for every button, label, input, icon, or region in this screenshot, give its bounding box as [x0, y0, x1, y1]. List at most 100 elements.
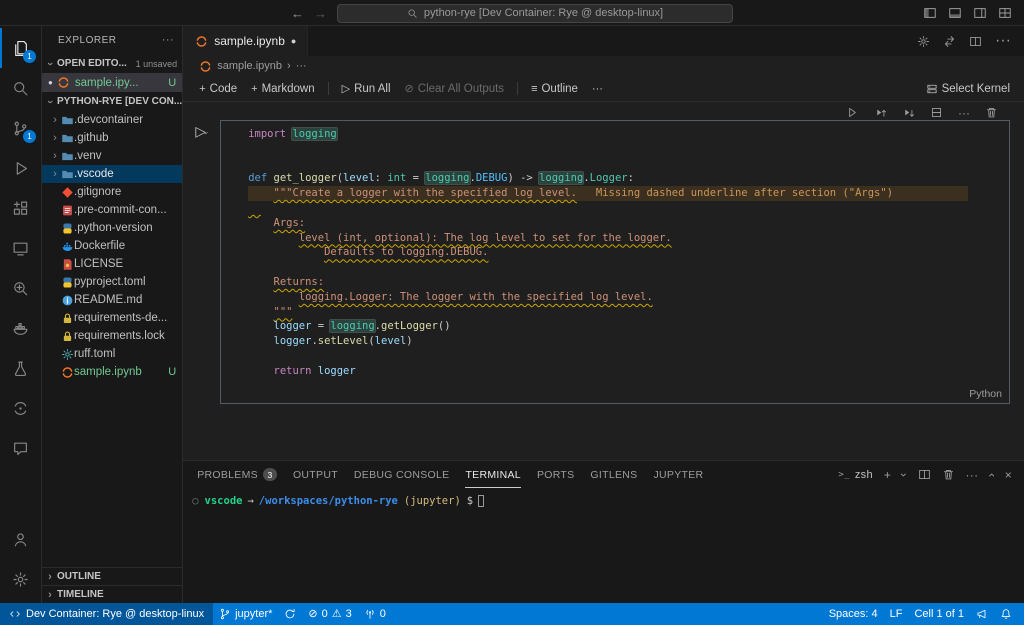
ports-status[interactable]: 0	[358, 603, 392, 625]
remote-indicator[interactable]: Dev Container: Rye @ desktop-linux	[0, 603, 214, 625]
activity-item-jupyter[interactable]	[0, 388, 41, 428]
toggle-panel-icon[interactable]	[948, 6, 962, 20]
tree-item-requirements.lock[interactable]: requirements.lock	[42, 327, 182, 345]
breadcrumb-more[interactable]: ···	[296, 60, 307, 72]
activity-item-source-control[interactable]: 1	[0, 108, 41, 148]
activity-item-explorer[interactable]: 1	[0, 28, 41, 68]
breadcrumb-file[interactable]: sample.ipynb	[217, 60, 282, 72]
toggle-secondary-sidebar-icon[interactable]	[973, 6, 987, 20]
code-line-3[interactable]	[248, 157, 1009, 172]
tree-item-LICENSE[interactable]: LICENSE	[42, 255, 182, 273]
execute-below-icon[interactable]	[902, 106, 915, 119]
toggle-sidebar-icon[interactable]	[923, 6, 937, 20]
code-line-13[interactable]: """	[248, 305, 1009, 320]
more-actions-icon[interactable]: ···	[966, 469, 979, 481]
panel-tab-problems[interactable]: PROBLEMS 3	[197, 461, 277, 488]
code-line-8[interactable]: level (int, optional): The log level to …	[248, 231, 1009, 246]
run-all-button[interactable]: ▷ Run All	[336, 80, 397, 97]
activity-item-comments[interactable]	[0, 428, 41, 468]
open-editors-header[interactable]: › OPEN EDITO... 1 unsaved	[42, 54, 182, 73]
sync-changes-button[interactable]	[278, 603, 302, 625]
activity-item-extensions[interactable]	[0, 188, 41, 228]
panel-tab-gitlens[interactable]: GITLENS	[590, 461, 637, 488]
problems-status[interactable]: ⊘ 0 ⚠ 3	[302, 603, 357, 625]
eol-status[interactable]: LF	[884, 603, 909, 625]
maximize-panel-icon[interactable]: ›	[985, 472, 999, 476]
run-by-line-icon[interactable]	[846, 106, 859, 119]
terminal-dropdown-icon[interactable]: ›	[897, 472, 911, 476]
tree-item-.devcontainer[interactable]: › .devcontainer	[42, 111, 182, 129]
code-line-15[interactable]: logger.setLevel(level)	[248, 334, 1009, 349]
panel-tab-output[interactable]: OUTPUT	[293, 461, 338, 488]
code-line-7[interactable]: Args:	[248, 216, 1009, 231]
activity-item-gitlens[interactable]	[0, 268, 41, 308]
kill-terminal-icon[interactable]	[942, 468, 955, 481]
tree-item-ruff.toml[interactable]: ruff.toml	[42, 345, 182, 363]
code-line-10[interactable]	[248, 260, 1009, 275]
indentation-status[interactable]: Spaces: 4	[823, 603, 884, 625]
code-line-17[interactable]: return logger	[248, 364, 1009, 379]
add-markdown-cell-button[interactable]: + Markdown	[245, 81, 321, 97]
panel-tab-debug-console[interactable]: DEBUG CONSOLE	[354, 461, 450, 488]
panel-tab-terminal[interactable]: TERMINAL	[465, 461, 521, 488]
outline-section-header[interactable]: › OUTLINE	[42, 567, 183, 585]
tree-item-.pre-commit-con...[interactable]: .pre-commit-con...	[42, 201, 182, 219]
more-actions-icon[interactable]: ···	[162, 34, 175, 46]
panel-tab-ports[interactable]: PORTS	[537, 461, 574, 488]
select-kernel-button[interactable]: Select Kernel	[920, 81, 1024, 97]
clear-all-outputs-button[interactable]: ⊘ Clear All Outputs	[399, 80, 511, 97]
activity-item-run-and-debug[interactable]	[0, 148, 41, 188]
cell-language-picker[interactable]: Python	[969, 388, 1002, 400]
code-line-6[interactable]	[248, 201, 1009, 216]
unsaved-dot-icon[interactable]: ●	[291, 36, 296, 46]
activity-item-remote-explorer[interactable]	[0, 228, 41, 268]
panel-tab-jupyter[interactable]: JUPYTER	[653, 461, 703, 488]
open-editor-item[interactable]: ● sample.ipy... U	[42, 73, 183, 92]
workspace-header[interactable]: › PYTHON-RYE [DEV CON...	[42, 92, 182, 111]
terminal-shell-item[interactable]: >_ zsh	[838, 469, 872, 481]
code-line-1[interactable]: import logging	[248, 127, 1009, 142]
code-line-5[interactable]: """Create a logger with the specified lo…	[248, 186, 1009, 201]
cell-indicator[interactable]: Cell 1 of 1	[908, 603, 970, 625]
split-editor-icon[interactable]	[969, 35, 982, 48]
code-lines[interactable]: import logging def get_logger(level: int …	[221, 121, 1009, 379]
tree-item-README.md[interactable]: README.md	[42, 291, 182, 309]
add-code-cell-button[interactable]: + Code	[193, 81, 243, 97]
split-terminal-icon[interactable]	[918, 468, 931, 481]
command-decoration-icon[interactable]: ○	[192, 495, 198, 507]
activity-item-search[interactable]	[0, 68, 41, 108]
more-actions-icon[interactable]: ···	[995, 32, 1011, 50]
history-back-button[interactable]: ←	[291, 6, 304, 21]
code-cell[interactable]: import logging def get_logger(level: int …	[220, 120, 1010, 404]
tree-item-.venv[interactable]: › .venv	[42, 147, 182, 165]
new-terminal-icon[interactable]: +	[884, 469, 891, 481]
terminal-content[interactable]: ○ vscode → /workspaces/python-rye (jupyt…	[183, 488, 1024, 603]
tree-item-sample.ipynb[interactable]: sample.ipynb U	[42, 363, 182, 381]
code-line-4[interactable]: def get_logger(level: int = logging.DEBU…	[248, 171, 1009, 186]
code-line-9[interactable]: Defaults to logging.DEBUG.	[248, 245, 1009, 260]
git-branch-status[interactable]: jupyter*	[213, 603, 278, 625]
outline-button[interactable]: ≡ Outline	[525, 81, 584, 97]
code-line-12[interactable]: logging.Logger: The logger with the spec…	[248, 290, 1009, 305]
notifications-button[interactable]	[994, 603, 1018, 625]
command-center-search[interactable]: python-rye [Dev Container: Rye @ desktop…	[337, 3, 733, 23]
activity-item-docker[interactable]	[0, 308, 41, 348]
breadcrumb[interactable]: sample.ipynb › ···	[183, 56, 1024, 76]
announcement-button[interactable]	[970, 603, 994, 625]
activity-item-testing[interactable]	[0, 348, 41, 388]
delete-cell-icon[interactable]	[985, 106, 998, 119]
execute-above-icon[interactable]	[874, 106, 887, 119]
modified-dot-icon[interactable]: ●	[48, 78, 53, 87]
tree-item-.vscode[interactable]: › .vscode	[42, 165, 183, 183]
code-line-2[interactable]	[248, 142, 1009, 157]
close-panel-icon[interactable]: ×	[1005, 469, 1012, 481]
tree-item-requirements-de...[interactable]: requirements-de...	[42, 309, 182, 327]
gear-icon[interactable]	[917, 35, 930, 48]
customize-layout-icon[interactable]	[998, 6, 1012, 20]
more-actions-button[interactable]: ···	[586, 81, 609, 97]
code-line-11[interactable]: Returns:	[248, 275, 1009, 290]
tree-item-Dockerfile[interactable]: Dockerfile	[42, 237, 182, 255]
activity-item-accounts[interactable]	[0, 519, 41, 559]
run-cell-button[interactable]: ▷ ›	[195, 124, 211, 138]
tree-item-.github[interactable]: › .github	[42, 129, 182, 147]
